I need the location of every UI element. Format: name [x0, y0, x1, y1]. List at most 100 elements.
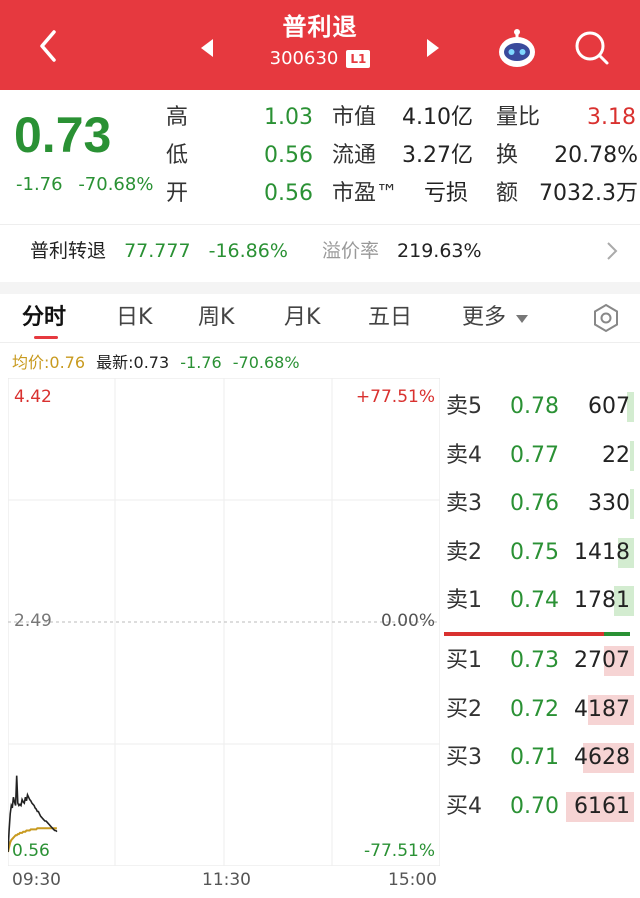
sell-level-label: 卖1 — [446, 588, 482, 613]
buy-price: 0.71 — [510, 745, 559, 770]
chart-legend: 均价:0.76 最新:0.73 -1.76 -70.68% — [12, 352, 306, 374]
sell-level-label: 卖4 — [446, 442, 482, 468]
sell-order-row[interactable]: 卖2 0.75 1418 — [444, 530, 634, 576]
tab-daily-k[interactable]: 日K — [116, 300, 152, 336]
sell-volume-bar — [630, 489, 634, 519]
tab-more[interactable]: 更多 — [462, 300, 529, 336]
pe-value: 亏损 — [424, 181, 469, 206]
pct-label-mid: 0.00% — [381, 611, 435, 631]
open-value: 0.56 — [264, 181, 313, 206]
search-icon — [575, 31, 609, 65]
legend-latest: 最新:0.73 — [96, 353, 170, 372]
buy-volume: 4187 — [574, 696, 630, 722]
sell-volume: 22 — [602, 442, 630, 468]
x-label-midday: 11:30 — [202, 870, 251, 890]
price-change-pct: -70.68% — [78, 174, 154, 195]
convertible-bond-row[interactable]: 普利转退 77.777 -16.86% 溢价率 219.63% — [30, 236, 494, 266]
intraday-chart[interactable]: 4.42 2.49 0.56 +77.51% 0.00% -77.51% — [8, 378, 440, 866]
premium-value: 219.63% — [397, 240, 482, 262]
next-stock-button[interactable] — [420, 36, 444, 60]
pct-label-bottom: -77.51% — [364, 841, 435, 861]
buy-volume: 2707 — [574, 648, 630, 673]
sell-order-row[interactable]: 卖5 0.78 607 — [444, 384, 634, 430]
vol-ratio-value: 3.18 — [587, 105, 636, 130]
back-button[interactable] — [30, 24, 70, 68]
sell-order-row[interactable]: 卖1 0.74 1781 — [444, 578, 634, 624]
divider — [0, 224, 640, 225]
legend-change: -1.76 — [180, 353, 222, 372]
stock-code: 300630 — [269, 48, 339, 69]
buy-order-row[interactable]: 买3 0.71 4628 — [444, 735, 634, 781]
open-label: 开 — [166, 181, 189, 206]
buy-order-row[interactable]: 买2 0.72 4187 — [444, 687, 634, 733]
low-label: 低 — [166, 143, 189, 168]
sell-price: 0.77 — [510, 442, 559, 468]
pe-label: 市盈™ — [332, 181, 399, 206]
chevron-right-icon[interactable] — [604, 240, 620, 262]
back-arrow-icon — [40, 30, 56, 62]
buy-level-label: 买4 — [446, 793, 482, 819]
float-value: 3.27亿 — [402, 143, 473, 168]
price-change-row: -1.76 -70.68% — [16, 174, 163, 195]
buy-volume: 4628 — [574, 745, 630, 770]
stock-name: 普利退 — [282, 13, 358, 41]
turnover-label: 换 — [496, 143, 519, 168]
caret-right-icon — [427, 39, 439, 57]
buy-price: 0.73 — [510, 648, 559, 673]
buy-order-row[interactable]: 买4 0.70 6161 — [444, 784, 634, 830]
sell-price: 0.74 — [510, 588, 559, 613]
mcap-value: 4.10亿 — [402, 105, 473, 130]
sell-volume: 1418 — [574, 539, 630, 565]
tab-more-label: 更多 — [462, 305, 507, 330]
last-price: 0.73 — [14, 107, 112, 163]
turnover-value: 20.78% — [554, 143, 638, 168]
sell-order-row[interactable]: 卖4 0.77 22 — [444, 433, 634, 479]
sell-level-label: 卖2 — [446, 539, 482, 565]
x-label-close: 15:00 — [388, 870, 437, 890]
sell-ratio-fill — [604, 632, 630, 636]
buy-order-row[interactable]: 买1 0.73 2707 — [444, 638, 634, 684]
tab-five-day[interactable]: 五日 — [368, 300, 412, 336]
settings-hexagon-icon — [594, 303, 618, 333]
header-bar: 普利退 300630 L1 — [0, 0, 640, 90]
vol-ratio-label: 量比 — [496, 105, 541, 130]
buy-level-label: 买1 — [446, 648, 482, 673]
convertible-price: 77.777 — [124, 240, 191, 262]
ai-assistant-button[interactable] — [494, 26, 540, 72]
caret-down-icon — [516, 315, 529, 323]
mcap-label: 市值 — [332, 105, 377, 130]
sell-price: 0.78 — [510, 394, 559, 419]
search-button[interactable] — [572, 28, 612, 68]
chart-tabs: 分时 日K 周K 月K 五日 更多 — [0, 296, 640, 340]
section-gap — [0, 282, 640, 294]
chart-settings-button[interactable] — [590, 302, 622, 334]
price-change: -1.76 — [16, 174, 63, 195]
sell-level-label: 卖5 — [446, 394, 482, 419]
high-label: 高 — [166, 105, 189, 130]
y-label-top: 4.42 — [14, 387, 52, 407]
sell-level-label: 卖3 — [446, 491, 482, 516]
buy-ratio-fill — [444, 632, 604, 636]
sell-price: 0.76 — [510, 491, 559, 516]
legend-change-pct: -70.68% — [232, 353, 300, 372]
tab-monthly-k[interactable]: 月K — [284, 300, 320, 336]
sell-volume: 607 — [588, 394, 630, 419]
legend-avg: 均价:0.76 — [12, 353, 86, 372]
premium-label: 溢价率 — [321, 240, 379, 262]
y-label-mid: 2.49 — [14, 611, 52, 631]
buy-level-label: 买2 — [446, 696, 482, 722]
level-badge: L1 — [346, 49, 371, 68]
buy-level-label: 买3 — [446, 745, 482, 770]
sell-volume: 330 — [588, 491, 630, 516]
title-block: 普利退 300630 L1 — [200, 10, 440, 69]
low-value: 0.56 — [264, 143, 313, 168]
y-label-bottom: 0.56 — [12, 841, 50, 861]
high-value: 1.03 — [264, 105, 313, 130]
tab-intraday[interactable]: 分时 — [22, 300, 66, 336]
buy-volume: 6161 — [574, 793, 630, 819]
convertible-name: 普利转退 — [30, 240, 107, 262]
code-row: 300630 L1 — [200, 48, 440, 69]
tab-weekly-k[interactable]: 周K — [198, 300, 234, 336]
active-tab-indicator — [34, 336, 58, 339]
sell-order-row[interactable]: 卖3 0.76 330 — [444, 481, 634, 527]
